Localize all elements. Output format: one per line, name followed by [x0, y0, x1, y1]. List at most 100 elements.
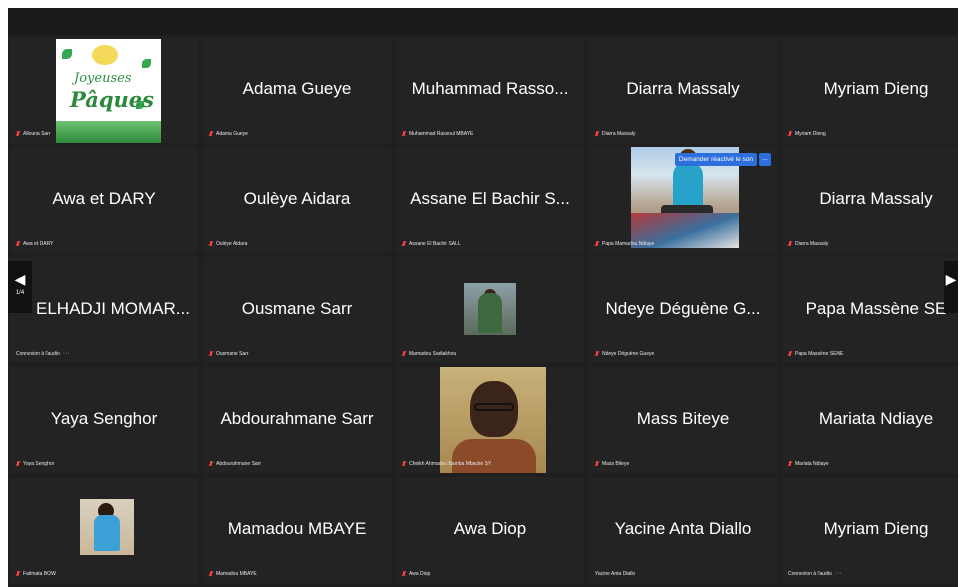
participant-name: Diarra Massaly — [819, 189, 933, 208]
participant-label: Muhammad Rassoul MBAYE — [402, 131, 473, 137]
participant-label: Awa et DARY — [16, 241, 53, 247]
participant-tile[interactable]: Ndeye Déguène G... Ndeye Déguène Gueye — [589, 257, 777, 363]
participant-label: Cheikh Ahmadou Bamba Mbacké SY — [402, 461, 491, 467]
mic-muted-icon — [16, 241, 20, 247]
participant-label: Diarra Massaly — [595, 131, 635, 137]
participant-tile[interactable]: Papa Massène SE Papa Massène SENE — [782, 257, 958, 363]
participant-tile[interactable]: Mamadou MBAYE Mamadou MBAYE — [203, 477, 391, 583]
participant-tile[interactable]: Diarra Massaly Diarra Massaly — [589, 37, 777, 143]
participant-label: Connexion à l'audio ··· — [788, 570, 842, 577]
participant-tile[interactable]: Myriam Dieng Connexion à l'audio ··· — [782, 477, 958, 583]
participant-name: Yaya Senghor — [50, 409, 158, 428]
participant-video — [464, 283, 516, 335]
participant-label: Oulèye Aidara — [209, 241, 247, 247]
meeting-window: Joyeuses Pâques Allouna Sarr Adama Gueye… — [8, 8, 958, 587]
mic-muted-icon — [16, 461, 20, 467]
participant-label: Abdourahmane Sarr — [209, 461, 261, 467]
mic-muted-icon — [595, 241, 599, 247]
participant-tile[interactable]: Oulèye Aidara Oulèye Aidara — [203, 147, 391, 253]
participant-label: Papa Mamadou Ndiaye — [595, 241, 654, 247]
participant-name: ELHADJI MOMAR... — [36, 299, 190, 318]
participant-tile[interactable]: Mass Biteye Mass Biteye — [589, 367, 777, 473]
participant-label: Mass Biteye — [595, 461, 629, 467]
participant-tile[interactable]: Joyeuses Pâques Allouna Sarr — [10, 37, 198, 143]
mic-muted-icon — [402, 131, 406, 137]
participant-label: Ousmane Sarr — [209, 351, 249, 357]
participant-tile[interactable]: Diarra Massaly Diarra Massaly — [782, 147, 958, 253]
mic-muted-icon — [209, 571, 213, 577]
mic-muted-icon — [16, 571, 20, 577]
participant-label: Assane El Bachir SALL — [402, 241, 461, 247]
participant-label: Allouna Sarr — [16, 131, 51, 137]
mic-muted-icon — [402, 461, 406, 467]
mic-muted-icon — [209, 351, 213, 357]
participant-name: Adama Gueye — [242, 79, 352, 98]
participant-label: Myriam Dieng — [788, 131, 826, 137]
logo-icon — [92, 45, 118, 65]
participant-name: Diarra Massaly — [626, 79, 740, 98]
participant-tile[interactable]: Abdourahmane Sarr Abdourahmane Sarr — [203, 367, 391, 473]
mic-muted-icon — [16, 131, 20, 137]
next-page-button[interactable]: ▶ — [944, 261, 958, 313]
more-dots-icon: ··· — [62, 350, 70, 357]
participant-name: Mamadou MBAYE — [227, 519, 367, 538]
participant-name: Muhammad Rasso... — [411, 79, 569, 98]
participant-tile-video[interactable]: Cheikh Ahmadou Bamba Mbacké SY — [396, 367, 584, 473]
participant-tile[interactable]: Awa Diop Awa Diop — [396, 477, 584, 583]
participant-video — [80, 499, 134, 555]
previous-page-button[interactable]: ◀ 1/4 — [8, 261, 32, 313]
participant-name: Awa Diop — [453, 519, 527, 538]
request-unmute-button[interactable]: Demander réactivé le son — [674, 153, 757, 166]
participant-tile[interactable]: Yacine Anta Diallo Yacine Anta Diallo — [589, 477, 777, 583]
participant-video — [440, 367, 546, 473]
participant-tile-video[interactable]: Mamadou Sadiakhou — [396, 257, 584, 363]
more-options-button[interactable]: ... — [759, 153, 771, 166]
participant-label: Ndeye Déguène Gueye — [595, 351, 654, 357]
mic-muted-icon — [595, 351, 599, 357]
participant-tile[interactable]: Assane El Bachir S... Assane El Bachir S… — [396, 147, 584, 253]
participant-name: Myriam Dieng — [823, 79, 929, 98]
participant-label: Adama Gueye — [209, 131, 248, 137]
mic-muted-icon — [402, 241, 406, 247]
participant-name: Myriam Dieng — [823, 519, 929, 538]
mic-muted-icon — [788, 351, 792, 357]
page-indicator: 1/4 — [15, 290, 25, 296]
participant-label: Mamadou MBAYE — [209, 571, 257, 577]
participant-tile[interactable]: Ousmane Sarr Ousmane Sarr — [203, 257, 391, 363]
participant-tile-video[interactable]: Demander réactivé le son ... Papa Mamado… — [589, 147, 777, 253]
participant-tile[interactable]: ELHADJI MOMAR... Connexion à l'audio ··· — [10, 257, 198, 363]
mic-muted-icon — [402, 351, 406, 357]
participant-tile[interactable]: Yaya Senghor Yaya Senghor — [10, 367, 198, 473]
mic-muted-icon — [209, 461, 213, 467]
participant-tile[interactable]: Awa et DARY Awa et DARY — [10, 147, 198, 253]
participant-label: Diarra Massaly — [788, 241, 828, 247]
mic-muted-icon — [209, 131, 213, 137]
participant-name: Abdourahmane Sarr — [220, 409, 374, 428]
participant-label: Fatimata BOW — [16, 571, 56, 577]
participant-tile[interactable]: Mariata Ndiaye Mariata Ndiaye — [782, 367, 958, 473]
top-bar — [8, 8, 958, 35]
participant-tile[interactable]: Muhammad Rasso... Muhammad Rassoul MBAYE — [396, 37, 584, 143]
participant-tile[interactable]: Adama Gueye Adama Gueye — [203, 37, 391, 143]
participant-name: Mariata Ndiaye — [818, 409, 934, 428]
arrow-right-icon: ▶ — [945, 271, 957, 287]
easter-line1: Joyeuses — [74, 71, 132, 86]
mic-muted-icon — [595, 131, 599, 137]
participant-label: Connexion à l'audio ··· — [16, 350, 70, 357]
participant-name: Mass Biteye — [636, 409, 730, 428]
mic-muted-icon — [788, 241, 792, 247]
participant-name: Assane El Bachir S... — [410, 189, 570, 208]
more-dots-icon: ··· — [834, 570, 842, 577]
participant-name: Yacine Anta Diallo — [614, 519, 752, 538]
participant-label: Yaya Senghor — [16, 461, 54, 467]
participant-tile[interactable]: Myriam Dieng Myriam Dieng — [782, 37, 958, 143]
arrow-left-icon: ◀ — [14, 271, 26, 287]
participant-label: Mariata Ndiaye — [788, 461, 829, 467]
mic-muted-icon — [209, 241, 213, 247]
participant-tile-video[interactable]: Fatimata BOW — [10, 477, 198, 583]
participant-label: Yacine Anta Diallo — [595, 571, 636, 577]
participant-grid: Joyeuses Pâques Allouna Sarr Adama Gueye… — [10, 37, 958, 583]
mic-muted-icon — [402, 571, 406, 577]
participant-name: Ousmane Sarr — [241, 299, 353, 318]
mic-muted-icon — [788, 461, 792, 467]
